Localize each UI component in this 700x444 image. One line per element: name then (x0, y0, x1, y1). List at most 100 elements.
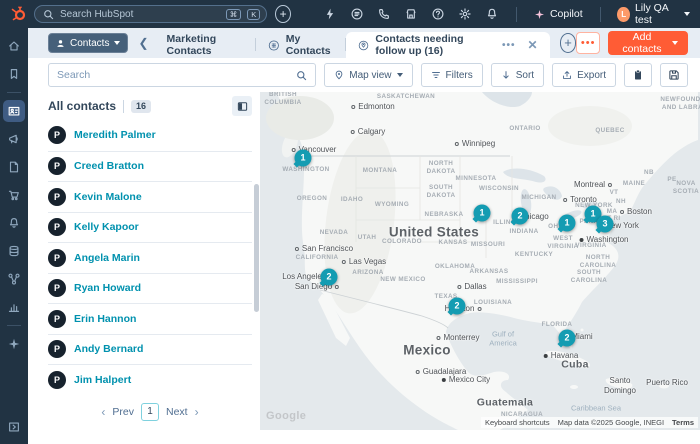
sidebar-item-marketing[interactable] (3, 128, 25, 150)
terms-link[interactable]: Terms (668, 417, 698, 428)
sidebar-item-content[interactable] (3, 156, 25, 178)
sidebar-item-bookmarks[interactable] (3, 63, 25, 85)
map-attribution: Keyboard shortcuts Map data ©2025 Google… (481, 417, 698, 428)
contact-row: P Erin Hannon (48, 303, 252, 334)
user-menu[interactable]: L Lily QA test (617, 2, 690, 26)
chevron-down-icon (114, 41, 120, 45)
contact-name-link[interactable]: Ryan Howard (74, 282, 141, 294)
quick-actions-icon[interactable] (323, 7, 337, 21)
sidebar-item-crm[interactable] (3, 100, 25, 122)
tab-label: Contacts needing follow up (16) (375, 33, 492, 57)
sidebar-item-automations[interactable] (3, 212, 25, 234)
export-button[interactable]: Export (552, 63, 616, 87)
view-tab-3[interactable]: Contacts needing follow up (16) ••• ✕ (346, 32, 549, 58)
user-name: Lily QA test (635, 2, 679, 26)
global-search-placeholder: Search HubSpot (60, 9, 220, 20)
view-tab-bar: Contacts ❮ Marketing Contacts My Contacts… (28, 28, 700, 58)
view-tab-1[interactable]: Marketing Contacts (155, 32, 257, 58)
sidebar-item-workflows[interactable] (3, 268, 25, 290)
chevron-down-icon (684, 12, 690, 16)
contact-name-link[interactable]: Erin Hannon (74, 313, 136, 325)
filters-button[interactable]: Filters (421, 63, 483, 87)
pagination: ‹ Prev 1 Next › (48, 403, 252, 421)
contacts-collection-dropdown[interactable]: Contacts (48, 33, 128, 53)
calling-icon[interactable] (377, 7, 391, 21)
contact-row: P Andy Bernard (48, 334, 252, 365)
global-search-input[interactable]: Search HubSpot ⌘ K (34, 5, 267, 23)
map-cluster-marker[interactable]: 1 (474, 205, 491, 222)
copilot-button[interactable]: Copilot (534, 8, 583, 20)
contact-row: P Kelly Kapoor (48, 212, 252, 243)
add-contacts-button[interactable]: Add contacts (608, 31, 688, 55)
map-cluster-marker[interactable]: 3 (597, 216, 614, 233)
contact-avatar: P (48, 249, 66, 267)
map-view-dropdown[interactable]: Map view (324, 63, 412, 87)
shortcut-key-cmd: ⌘ (226, 9, 242, 20)
divider (7, 325, 21, 326)
sort-button[interactable]: Sort (491, 63, 544, 87)
contact-name-link[interactable]: Kelly Kapoor (74, 221, 139, 233)
prev-button[interactable]: Prev (112, 406, 134, 418)
hubspot-logo[interactable] (10, 6, 26, 22)
map-cluster-marker[interactable]: 2 (559, 330, 576, 347)
tab-label: Marketing Contacts (167, 33, 245, 57)
contact-name-link[interactable]: Kevin Malone (74, 191, 142, 203)
prev-chevron-icon[interactable]: ‹ (101, 405, 105, 419)
page-number[interactable]: 1 (141, 403, 159, 421)
map-cluster-marker[interactable]: 2 (512, 208, 529, 225)
contact-name-link[interactable]: Jim Halpert (74, 374, 131, 386)
contact-name-link[interactable]: Meredith Palmer (74, 129, 156, 141)
sidebar-item-copilot[interactable] (3, 333, 25, 355)
filter-icon (431, 70, 441, 80)
sidebar-item-reporting[interactable] (3, 296, 25, 318)
clipboard-button[interactable] (624, 63, 652, 87)
notifications-icon[interactable] (485, 7, 499, 21)
contact-name-link[interactable]: Andy Bernard (74, 343, 143, 355)
sort-label: Sort (516, 70, 534, 81)
keyboard-shortcuts-link[interactable]: Keyboard shortcuts (481, 417, 554, 428)
sidebar-expand-button[interactable] (3, 416, 25, 438)
person-icon (56, 39, 65, 48)
contact-row: P Ryan Howard (48, 273, 252, 304)
view-tab-2[interactable]: My Contacts (256, 32, 346, 58)
sidebar-item-home[interactable] (3, 35, 25, 57)
contact-avatar: P (48, 218, 66, 236)
search-icon (43, 9, 54, 20)
workspace-icon[interactable] (350, 7, 364, 21)
contact-avatar: P (48, 310, 66, 328)
next-chevron-icon[interactable]: › (195, 405, 199, 419)
divider (600, 7, 601, 22)
contact-name-link[interactable]: Angela Marin (74, 252, 140, 264)
tab-close-icon[interactable]: ✕ (528, 38, 538, 52)
map-canvas[interactable]: BRITISH COLUMBIASASKATCHEWANONTARIOQUEBE… (260, 92, 700, 430)
content-card: Search Map view Filters (28, 58, 700, 444)
map-cluster-marker[interactable]: 1 (559, 215, 576, 232)
divider (123, 100, 124, 113)
sidebar-item-commerce[interactable] (3, 184, 25, 206)
contact-name-link[interactable]: Creed Bratton (74, 160, 144, 172)
settings-icon[interactable] (458, 7, 472, 21)
add-view-tab-button[interactable]: + (560, 33, 577, 53)
tab-more-icon[interactable]: ••• (502, 40, 516, 51)
map-cluster-marker[interactable]: 1 (295, 150, 312, 167)
sparkle-icon (534, 9, 545, 20)
contact-row: P Jim Halpert (48, 364, 252, 395)
left-sidebar (0, 28, 28, 444)
save-icon (668, 69, 680, 81)
contacts-search-input[interactable]: Search (48, 63, 316, 87)
collapse-panel-button[interactable] (232, 96, 252, 116)
marketplace-icon[interactable] (404, 7, 418, 21)
create-button[interactable]: + (275, 5, 291, 23)
scroll-tabs-left-button[interactable]: ❮ (138, 36, 148, 50)
next-button[interactable]: Next (166, 406, 188, 418)
help-icon[interactable] (431, 7, 445, 21)
save-view-button[interactable] (660, 63, 688, 87)
sidebar-item-data[interactable] (3, 240, 25, 262)
more-options-button[interactable]: ••• (576, 32, 599, 54)
map-cluster-marker[interactable]: 2 (321, 269, 338, 286)
search-placeholder: Search (57, 69, 296, 81)
contact-row: P Angela Marin (48, 242, 252, 273)
map-cluster-marker[interactable]: 2 (449, 298, 466, 315)
panel-scrollbar[interactable] (254, 184, 259, 312)
contact-avatar: P (48, 279, 66, 297)
